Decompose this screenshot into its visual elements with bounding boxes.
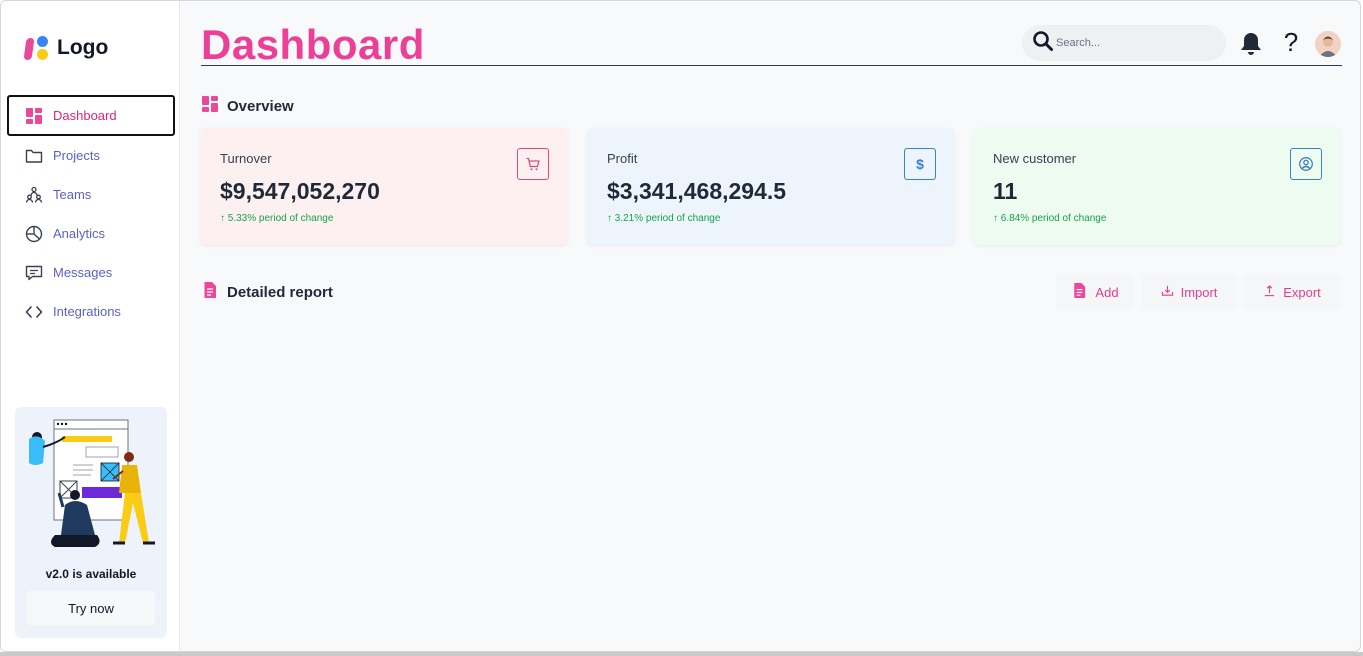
upgrade-promo-card: v2.0 is available Try now [15,407,167,638]
sidebar-item-label: Dashboard [53,108,117,123]
search-icon [1032,30,1054,57]
add-button[interactable]: Add [1056,275,1134,309]
promo-title: v2.0 is available [45,567,137,581]
search-input[interactable] [1056,37,1216,49]
detailed-report-heading: Detailed report [201,281,333,303]
card-value: $3,341,468,294.5 [607,178,787,204]
try-now-button[interactable]: Try now [27,591,155,625]
card-change: ↑ 6.84% period of change [993,213,1107,224]
profit-card: Profit $3,341,468,294.5 ↑ 3.21% period o… [587,128,955,245]
new-customer-card: New customer 11 ↑ 6.84% period of change [973,128,1341,245]
card-label: New customer [993,151,1077,166]
sidebar-item-teams[interactable]: Teams [7,175,175,214]
sidebar-item-analytics[interactable]: Analytics [7,214,175,253]
search-bar[interactable] [1022,25,1226,61]
sidebar-item-label: Teams [53,187,92,202]
overview-title: Overview [227,97,294,115]
card-value: 11 [993,178,1018,204]
export-button[interactable]: Export [1244,275,1340,309]
app-window: Logo Dashboard Projects Teams Analytics … [0,0,1361,652]
page-title: Dashboard [201,21,425,68]
logo-text: Logo [57,36,109,59]
code-icon [25,303,43,321]
document-icon [1071,282,1095,302]
card-label: Turnover [220,151,272,166]
import-label: Import [1180,284,1218,300]
card-value: $9,547,052,270 [220,178,380,204]
import-icon [1161,284,1181,300]
card-label: Profit [607,151,638,166]
dashboard-icon [25,107,43,125]
sidebar-item-label: Messages [53,265,113,280]
dollar-icon[interactable]: $ [904,148,936,180]
import-button[interactable]: Import [1142,275,1236,309]
teams-icon [25,186,43,204]
dashboard-icon [201,95,227,117]
sidebar-item-messages[interactable]: Messages [7,253,175,292]
folder-icon [25,147,43,165]
sidebar-item-label: Analytics [53,226,106,241]
add-label: Add [1095,284,1119,300]
sidebar: Logo Dashboard Projects Teams Analytics … [1,1,180,651]
detailed-report-title: Detailed report [227,283,333,301]
header-divider [201,65,1342,66]
overview-heading: Overview [201,95,294,117]
sidebar-item-integrations[interactable]: Integrations [7,292,175,331]
cart-icon[interactable] [517,148,549,180]
card-change: ↑ 3.21% period of change [607,213,721,224]
export-icon [1263,284,1283,300]
card-change: ↑ 5.33% period of change [220,213,334,224]
document-icon [201,281,227,303]
sidebar-nav: Dashboard Projects Teams Analytics Messa… [7,95,175,331]
team-illustration-icon [29,419,155,547]
window-bottom-edge [0,652,1363,656]
logo[interactable]: Logo [23,35,109,61]
help-icon[interactable]: ? [1281,27,1301,58]
logo-mark-icon [23,35,51,61]
export-label: Export [1283,284,1321,300]
sidebar-item-projects[interactable]: Projects [7,136,175,175]
message-icon [25,264,43,282]
notification-bell-icon[interactable] [1239,31,1263,57]
user-circle-icon[interactable] [1290,148,1322,180]
turnover-card: Turnover $9,547,052,270 ↑ 5.33% period o… [200,128,568,245]
sidebar-item-label: Integrations [53,304,121,319]
pie-chart-icon [25,225,43,243]
sidebar-item-dashboard[interactable]: Dashboard [7,95,175,136]
sidebar-item-label: Projects [53,148,100,163]
user-avatar[interactable] [1315,31,1341,57]
